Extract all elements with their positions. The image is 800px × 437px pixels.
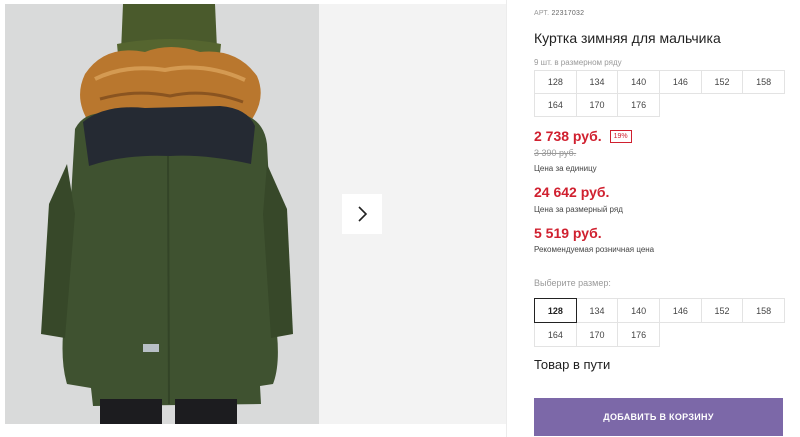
availability-status: Товар в пути — [534, 357, 611, 372]
size-row-cell: 158 — [742, 70, 785, 94]
product-title: Куртка зимняя для мальчика — [534, 30, 721, 46]
row-price: 24 642 руб. — [534, 184, 610, 200]
article-number: АРТ. 22317032 — [534, 10, 584, 17]
product-gallery — [0, 0, 512, 437]
size-picker-grid: 128 134 140 146 152 158 164 170 176 — [534, 298, 785, 347]
row-price-caption: Цена за размерный ряд — [534, 205, 623, 214]
size-option[interactable]: 176 — [617, 322, 660, 347]
size-row-cell: 134 — [575, 70, 619, 94]
size-option[interactable]: 164 — [534, 322, 577, 347]
discount-badge: 19% — [609, 129, 632, 143]
size-option[interactable]: 158 — [742, 298, 785, 323]
chevron-right-icon — [358, 206, 368, 222]
unit-price-caption: Цена за единицу — [534, 164, 597, 173]
vertical-divider — [506, 0, 507, 437]
unit-price: 2 738 руб. — [534, 128, 602, 144]
article-value: 22317032 — [551, 10, 585, 17]
retail-price: 5 519 руб. — [534, 225, 602, 241]
size-option[interactable]: 146 — [659, 298, 702, 323]
old-price: 3 390 руб. — [534, 148, 577, 158]
size-option[interactable]: 134 — [575, 298, 619, 323]
size-row-grid: 128 134 140 146 152 158 164 170 176 — [534, 70, 785, 117]
next-image-button[interactable] — [342, 194, 382, 234]
size-row-cell: 176 — [617, 93, 660, 117]
size-row-cell: 164 — [534, 93, 577, 117]
add-to-cart-button[interactable]: ДОБАВИТЬ В КОРЗИНУ — [534, 398, 783, 436]
size-row-cell: 140 — [617, 70, 660, 94]
unit-price-row: 2 738 руб. 19% — [534, 128, 632, 144]
size-row-cell: 170 — [575, 93, 619, 117]
retail-price-caption: Рекомендуемая розничная цена — [534, 245, 655, 254]
size-picker-label: Выберите размер: — [534, 278, 611, 288]
size-option-selected[interactable]: 128 — [534, 298, 577, 323]
size-row-note: 9 шт. в размерном ряду — [534, 58, 622, 67]
size-row-cell: 146 — [659, 70, 702, 94]
product-photo[interactable] — [5, 4, 319, 424]
size-option[interactable]: 170 — [575, 322, 619, 347]
jacket-image — [5, 4, 319, 424]
size-option[interactable]: 140 — [617, 298, 660, 323]
article-label: АРТ. — [534, 10, 550, 17]
size-row-cell: 152 — [700, 70, 744, 94]
size-option[interactable]: 152 — [700, 298, 744, 323]
size-row-cell: 128 — [534, 70, 577, 94]
